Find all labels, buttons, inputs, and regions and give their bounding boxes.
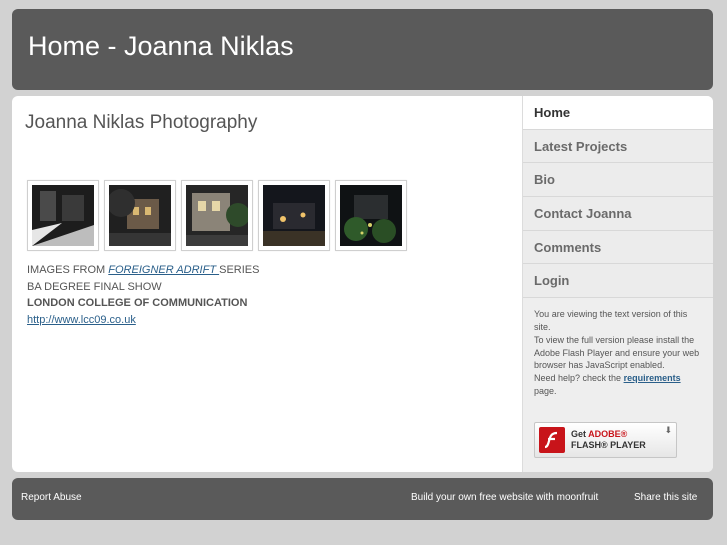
nav-label: Latest Projects [534,138,628,154]
caption-degree: BA DEGREE FINAL SHOW [27,280,162,293]
share-site-link[interactable]: Share this site [634,492,697,503]
requirements-link[interactable]: requirements [624,373,681,383]
site-footer: Report Abuse Build your own free website… [12,478,713,520]
nav-label: Contact Joanna [534,205,632,221]
sidebar-item-login[interactable]: Login [523,264,713,299]
thumbnail-image [340,185,402,246]
thumbnail-image [32,185,94,246]
sidebar-item-home[interactable]: Home [523,96,713,130]
nav-label: Bio [534,172,555,188]
notice-line-3-suffix: page. [534,385,557,396]
nav-label: Home [534,104,571,120]
flash-brand: ADOBE® [588,429,628,439]
series-link[interactable]: FOREIGNER ADRIFT [108,264,219,276]
download-arrow-icon: ⬇ [664,425,672,435]
caption-college: LONDON COLLEGE OF COMMUNICATION [27,297,248,309]
thumbnail-image [263,185,325,246]
nav-label: Comments [534,239,602,255]
caption-suffix: SERIES [219,264,260,276]
flash-button-text: Get ADOBE® FLASH® PLAYER [571,429,646,451]
page-heading: Joanna Niklas Photography [25,112,258,133]
caption-prefix: IMAGES FROM [27,264,109,276]
thumbnail-image [186,185,248,246]
main-panel: Joanna Niklas Photography IMAGES FROM FO… [12,96,713,472]
sidebar-item-latest-projects[interactable]: Latest Projects [523,129,713,164]
sidebar-item-contact-joanna[interactable]: Contact Joanna [523,197,713,231]
thumbnail-1[interactable] [27,180,99,251]
lcc-url-link[interactable]: http://www.lcc09.co.uk [27,314,136,326]
site-header: Home - Joanna Niklas [12,9,713,90]
build-website-link[interactable]: Build your own free website with moonfru… [411,492,598,503]
thumbnail-2[interactable] [104,180,176,251]
site-title: Home - Joanna Niklas [28,31,294,61]
thumbnail-image [109,185,171,246]
sidebar-item-comments[interactable]: Comments [523,230,713,265]
sidebar: Home Latest Projects Bio Contact Joanna … [522,96,713,472]
content-area: Joanna Niklas Photography IMAGES FROM FO… [12,96,522,472]
report-abuse-link[interactable]: Report Abuse [21,492,82,503]
thumbnail-5[interactable] [335,180,407,251]
thumbnail-4[interactable] [258,180,330,251]
get-flash-player-button[interactable]: Get ADOBE® FLASH® PLAYER ⬇ [534,422,677,458]
thumbnail-3[interactable] [181,180,253,251]
nav-label: Login [534,273,570,289]
flash-logo-icon [539,427,565,453]
sidebar-item-bio[interactable]: Bio [523,163,713,198]
notice-line-1: You are viewing the text version of this… [534,309,688,332]
flash-notice: You are viewing the text version of this… [523,298,713,398]
notice-line-2: To view the full version please install … [534,334,700,371]
notice-line-3-prefix: Need help? check the [534,373,624,384]
thumbnail-gallery [27,180,407,251]
flash-line-2: FLASH® PLAYER [571,440,646,450]
flash-line-prefix: Get [571,429,589,439]
project-caption: IMAGES FROM FOREIGNER ADRIFT SERIES BA D… [27,262,259,328]
